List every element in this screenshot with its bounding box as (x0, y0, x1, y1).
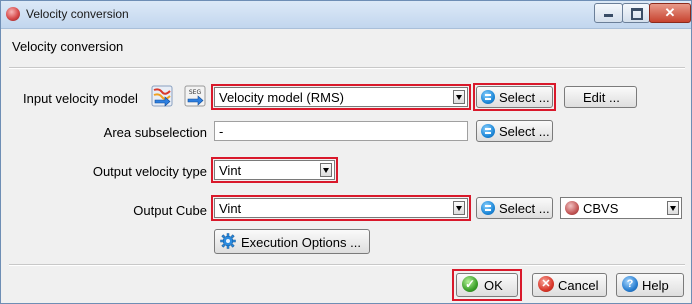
help-icon: ? (622, 276, 638, 292)
select-icon (481, 124, 495, 138)
footer-divider (9, 264, 685, 266)
minimize-button[interactable] (594, 3, 623, 23)
execution-options-button[interactable]: Execution Options ... (214, 229, 370, 254)
cancel-button[interactable]: ✕ Cancel (532, 273, 607, 297)
output-cube-value: Vint (219, 201, 242, 216)
seg-y-label: SEG (189, 89, 202, 96)
minimize-icon (604, 14, 613, 17)
cancel-icon: ✕ (538, 276, 554, 292)
input-velocity-model-value: Velocity model (RMS) (219, 90, 344, 105)
window-title: Velocity conversion (26, 7, 129, 21)
title-bar[interactable]: Velocity conversion ✕ (1, 1, 691, 29)
maximize-button[interactable] (622, 3, 650, 23)
area-subselection-select-button[interactable]: Select ... (476, 120, 553, 142)
dialog-header: Velocity conversion (12, 39, 124, 54)
gear-icon (220, 233, 236, 249)
chevron-down-icon (453, 201, 465, 215)
app-icon (6, 7, 20, 21)
check-icon: ✓ (462, 276, 478, 292)
cbvs-icon (565, 201, 579, 215)
close-icon: ✕ (664, 5, 676, 20)
output-velocity-type-value: Vint (219, 163, 242, 178)
output-cube-label: Output Cube (133, 203, 207, 218)
maximize-icon (631, 8, 643, 20)
output-cube-select-button[interactable]: Select ... (476, 197, 553, 219)
input-velocity-model-combo[interactable]: Velocity model (RMS) (214, 87, 468, 107)
help-button[interactable]: ? Help (616, 273, 684, 297)
velocity-model-icon[interactable] (151, 85, 173, 107)
chevron-down-icon (320, 163, 332, 177)
edit-button[interactable]: Edit ... (564, 86, 637, 108)
input-velocity-model-label: Input velocity model (23, 91, 138, 106)
velocity-conversion-dialog: Velocity conversion ✕ Velocity conversio… (0, 0, 692, 304)
seg-y-import-icon[interactable]: SEG (184, 85, 206, 107)
output-cube-combo[interactable]: Vint (214, 198, 468, 218)
input-velocity-select-button[interactable]: Select ... (476, 86, 553, 108)
select-icon (481, 201, 495, 215)
output-velocity-type-label: Output velocity type (92, 164, 207, 179)
output-format-value: CBVS (583, 201, 619, 216)
header-divider (9, 67, 685, 69)
chevron-down-icon (667, 201, 679, 215)
area-subselection-field[interactable]: - (214, 121, 468, 141)
select-icon (481, 90, 495, 104)
output-velocity-type-combo[interactable]: Vint (214, 160, 335, 180)
output-format-combo[interactable]: CBVS (560, 197, 682, 219)
ok-button[interactable]: ✓ OK (456, 273, 518, 297)
area-subselection-label: Area subselection (103, 125, 207, 140)
chevron-down-icon (453, 90, 465, 104)
close-button[interactable]: ✕ (649, 3, 691, 23)
